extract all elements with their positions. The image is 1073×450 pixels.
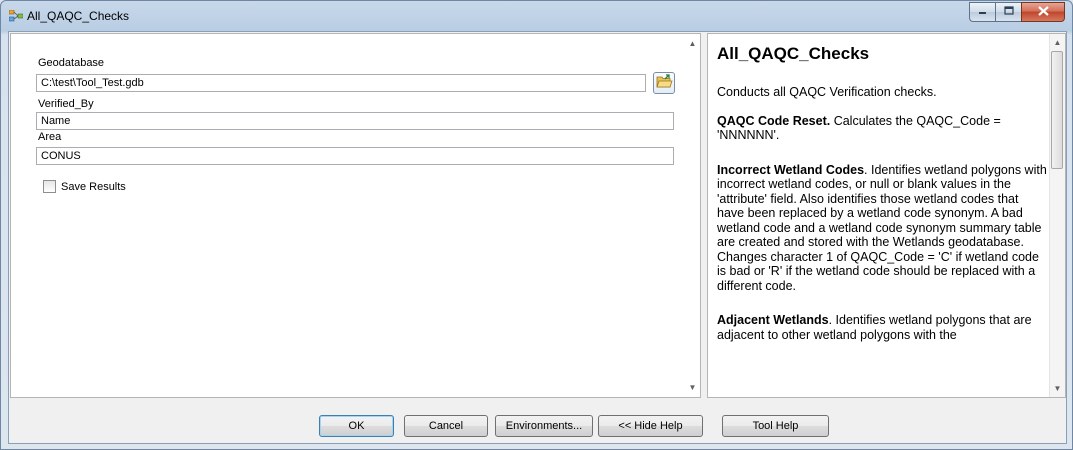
open-folder-icon	[655, 74, 673, 92]
area-label: Area	[38, 131, 62, 143]
window-title: All_QAQC_Checks	[27, 9, 130, 23]
close-button[interactable]	[1021, 2, 1065, 22]
help-section-heading: Adjacent Wetlands	[717, 313, 829, 327]
help-section-incorrect-codes: Incorrect Wetland Codes. Identifies wetl…	[717, 163, 1047, 294]
help-section-heading: Incorrect Wetland Codes	[717, 162, 865, 177]
help-title: All_QAQC_Checks	[717, 44, 870, 63]
help-scroll-up-arrow-icon[interactable]: ▲	[1050, 35, 1065, 50]
geodatabase-label: Geodatabase	[38, 57, 105, 69]
browse-button[interactable]	[653, 72, 675, 94]
geodatabase-input[interactable]: C:\test\Tool_Test.gdb	[36, 74, 646, 92]
help-section-heading: QAQC Code Reset.	[717, 113, 831, 128]
help-content: All_QAQC_Checks Conducts all QAQC Verifi…	[717, 44, 1047, 356]
help-scroll-down-arrow-icon[interactable]: ▼	[1050, 381, 1065, 396]
minimize-icon	[978, 6, 987, 18]
scroll-down-arrow-icon[interactable]: ▼	[685, 380, 700, 395]
window-controls	[969, 2, 1065, 22]
parameters-scrollbar[interactable]: ▲ ▼	[685, 34, 700, 397]
save-results-label: Save Results	[61, 180, 126, 193]
verified-by-label: Verified_By	[38, 98, 94, 110]
dialog-client-area: Geodatabase C:\test\Tool_Test.gdb Verifi…	[8, 31, 1067, 444]
help-intro: Conducts all QAQC Verification checks.	[717, 85, 937, 99]
save-results-checkbox[interactable]	[43, 180, 56, 193]
scroll-up-arrow-icon[interactable]: ▲	[685, 36, 700, 51]
ok-button[interactable]: OK	[319, 415, 394, 437]
title-bar[interactable]: All_QAQC_Checks	[1, 1, 1072, 31]
close-icon	[1037, 5, 1049, 19]
tool-help-button[interactable]: Tool Help	[722, 415, 829, 437]
save-results-option[interactable]: Save Results	[43, 180, 126, 193]
help-scroll-thumb[interactable]	[1051, 51, 1063, 169]
model-tool-icon	[8, 9, 24, 22]
help-scrollbar[interactable]: ▲ ▼	[1049, 34, 1065, 397]
help-section-qaqc-reset: QAQC Code Reset. Calculates the QAQC_Cod…	[717, 114, 1047, 143]
cancel-button[interactable]: Cancel	[404, 415, 488, 437]
help-section-text: . Identifies wetland polygons with incor…	[717, 162, 1047, 293]
verified-by-input[interactable]: Name	[36, 112, 674, 130]
hide-help-button[interactable]: << Hide Help	[598, 415, 703, 437]
minimize-button[interactable]	[969, 2, 995, 22]
maximize-icon	[1003, 6, 1014, 18]
environments-button[interactable]: Environments...	[495, 415, 593, 437]
help-panel: All_QAQC_Checks Conducts all QAQC Verifi…	[707, 33, 1066, 398]
help-section-adjacent-wetlands: Adjacent Wetlands. Identifies wetland po…	[717, 313, 1047, 342]
tool-dialog-window: All_QAQC_Checks Geodatabase C:\test\Tool…	[0, 0, 1073, 450]
area-input[interactable]: CONUS	[36, 147, 674, 165]
parameters-panel: Geodatabase C:\test\Tool_Test.gdb Verifi…	[10, 33, 701, 398]
maximize-button[interactable]	[995, 2, 1021, 22]
